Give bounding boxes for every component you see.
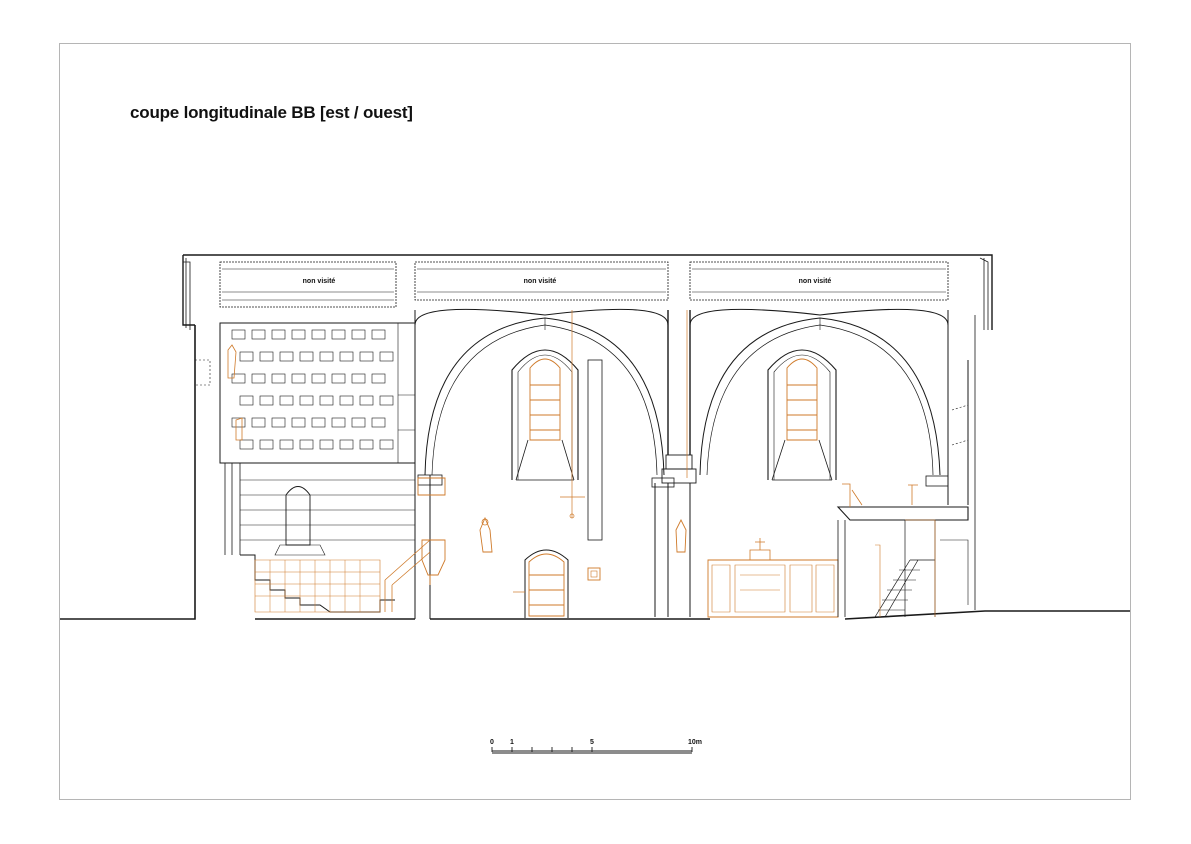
masonry-stone — [339, 395, 354, 406]
scale-tick-0: 0 — [490, 739, 494, 746]
section-drawing: non visité non visité non visité 0 1 5 1… — [60, 254, 1130, 754]
unvisited-label-3: non visité — [799, 278, 832, 285]
masonry-stone — [371, 373, 386, 384]
masonry-stone — [299, 351, 314, 362]
masonry-stone — [259, 395, 274, 406]
scale-bar: 0 1 5 10m — [490, 739, 702, 754]
masonry-stone — [291, 417, 306, 428]
masonry-stone — [359, 395, 374, 406]
masonry-stone — [351, 417, 366, 428]
masonry-stone — [239, 439, 254, 450]
left-buttress — [183, 258, 191, 330]
masonry-stone — [339, 439, 354, 450]
roof-profile — [182, 254, 993, 330]
masonry-stone — [251, 329, 266, 340]
masonry-stone — [379, 439, 394, 450]
masonry-stone — [291, 329, 306, 340]
drawing-sheet: coupe longitudinale BB [est / ouest] non… — [0, 0, 1191, 844]
masonry-stone — [299, 395, 314, 406]
scale-tick-10m: 10m — [688, 739, 702, 746]
masonry-stone — [319, 439, 334, 450]
masonry-stone — [279, 395, 294, 406]
masonry-stone — [319, 395, 334, 406]
masonry-stone — [251, 373, 266, 384]
masonry-stone — [371, 329, 386, 340]
masonry-stone — [339, 351, 354, 362]
masonry-stone — [379, 395, 394, 406]
masonry-stone — [239, 395, 254, 406]
masonry-stone — [299, 439, 314, 450]
altar-retable — [707, 538, 839, 618]
masonry-stone — [319, 351, 334, 362]
church-door — [513, 549, 601, 618]
vaults — [414, 308, 949, 476]
hidden-lines — [195, 359, 969, 446]
masonry-stone — [259, 439, 274, 450]
masonry-stone — [331, 329, 346, 340]
masonry-stone — [351, 373, 366, 384]
masonry-stone — [279, 439, 294, 450]
masonry-stone — [311, 329, 326, 340]
masonry-stone — [331, 417, 346, 428]
masonry-stone — [291, 373, 306, 384]
masonry-stone — [359, 351, 374, 362]
masonry-stone — [279, 351, 294, 362]
masonry-stone — [231, 329, 246, 340]
masonry-stone — [311, 417, 326, 428]
scale-tick-1: 1 — [510, 739, 514, 746]
masonry-stone — [351, 329, 366, 340]
masonry-stone — [271, 373, 286, 384]
walls — [414, 310, 969, 619]
masonry-stone — [311, 373, 326, 384]
unvisited-label-2: non visité — [524, 278, 557, 285]
masonry-stone — [331, 373, 346, 384]
masonry-stone — [259, 351, 274, 362]
masonry-stone — [251, 417, 266, 428]
scale-tick-5: 5 — [590, 739, 594, 746]
masonry-stone — [239, 351, 254, 362]
unvisited-label-1: non visité — [303, 278, 336, 285]
masonry-stone — [271, 417, 286, 428]
tower-masonry — [219, 322, 416, 613]
masonry-stone — [359, 439, 374, 450]
masonry-stone — [371, 417, 386, 428]
unvisited-roof-zones: non visité non visité non visité — [219, 261, 949, 308]
masonry-stone — [379, 351, 394, 362]
masonry-stone — [271, 329, 286, 340]
right-buttress — [974, 257, 989, 610]
windows — [511, 349, 837, 481]
